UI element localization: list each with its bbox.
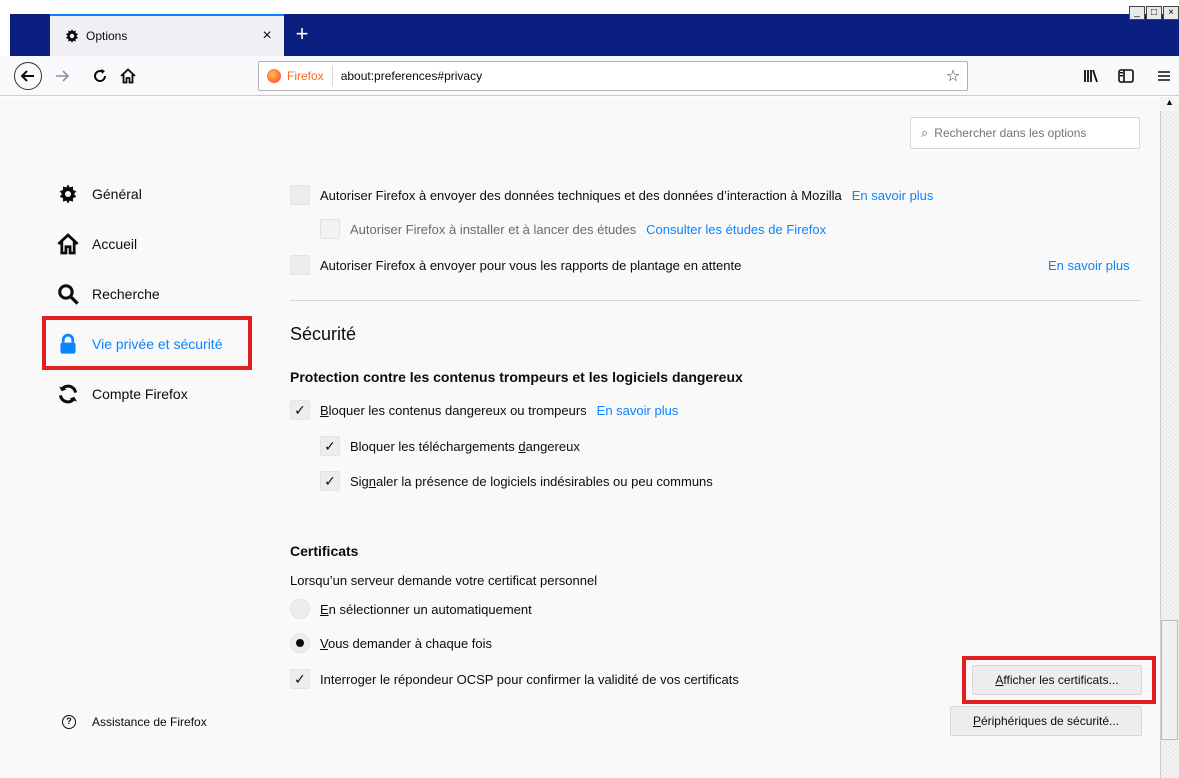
ocsp-row: ✓ Interroger le répondeur OCSP pour conf…	[290, 669, 739, 689]
identity-label: Firefox	[287, 69, 324, 83]
sidebar-item-general[interactable]: Général	[56, 182, 142, 206]
cert-auto-label: En sélectionner un automatiquement	[320, 601, 532, 617]
cert-ask-row: Vous demander à chaque fois	[290, 633, 492, 653]
protection-heading: Protection contre les contenus trompeurs…	[290, 369, 743, 385]
gear-icon	[62, 26, 82, 46]
minimize-button[interactable]: _	[1129, 6, 1145, 20]
home-icon	[56, 232, 80, 256]
sidebar-item-label: Recherche	[92, 286, 160, 302]
studies-checkbox[interactable]	[320, 219, 340, 239]
sidebar-item-label: Compte Firefox	[92, 386, 188, 402]
hamburger-menu-icon	[1158, 71, 1170, 81]
home-icon	[120, 68, 136, 84]
arrow-left-icon	[20, 70, 34, 82]
gear-icon	[56, 182, 80, 206]
warn-unwanted-label: Signaler la présence de logiciels indési…	[350, 473, 713, 489]
highlight-box-privacy	[42, 316, 252, 370]
reload-icon	[94, 69, 107, 82]
telemetry-learn-more-link[interactable]: En savoir plus	[852, 188, 934, 203]
crash-row: Autoriser Firefox à envoyer pour vous le…	[290, 255, 741, 275]
back-button[interactable]	[14, 62, 42, 90]
sidebar-item-search[interactable]: Recherche	[56, 282, 160, 306]
radio-selected-dot	[296, 639, 304, 647]
sidebar-icon	[1118, 69, 1134, 83]
arrow-right-icon	[56, 70, 70, 82]
crash-learn-more-link[interactable]: En savoir plus	[1048, 258, 1130, 273]
url-bar[interactable]: Firefox about:preferences#privacy ☆	[258, 61, 968, 91]
cert-ask-radio[interactable]	[290, 633, 310, 653]
studies-row: Autoriser Firefox à installer et à lance…	[320, 219, 826, 239]
cert-ask-label: Vous demander à chaque fois	[320, 635, 493, 651]
library-icon	[1084, 69, 1098, 83]
telemetry-label: Autoriser Firefox à envoyer des données …	[320, 187, 842, 203]
highlight-box-certificates	[962, 656, 1156, 704]
search-placeholder: Rechercher dans les options	[934, 126, 1087, 140]
telemetry-checkbox[interactable]	[290, 185, 310, 205]
library-button[interactable]	[1077, 62, 1105, 90]
block-learn-more-link[interactable]: En savoir plus	[597, 403, 679, 418]
cert-prompt: Lorsqu’un serveur demande votre certific…	[290, 573, 598, 588]
block-downloads-label: Bloquer les téléchargements dangereux	[350, 438, 580, 454]
security-heading: Sécurité	[290, 324, 357, 344]
tab-title: Options	[86, 29, 128, 43]
reload-button[interactable]	[86, 62, 114, 90]
menu-button[interactable]	[1152, 62, 1176, 90]
close-window-button[interactable]: ×	[1163, 6, 1179, 20]
block-downloads-checkbox[interactable]: ✓	[320, 436, 340, 456]
search-icon	[56, 282, 80, 306]
cert-auto-radio[interactable]	[290, 599, 310, 619]
help-icon: ?	[62, 715, 76, 729]
sync-icon	[56, 382, 80, 406]
search-input[interactable]: ⌕ Rechercher dans les options	[910, 117, 1140, 149]
url-text[interactable]: about:preferences#privacy	[333, 69, 939, 83]
new-tab-button[interactable]: +	[288, 20, 316, 48]
ocsp-checkbox[interactable]: ✓	[290, 669, 310, 689]
telemetry-row: Autoriser Firefox à envoyer des données …	[290, 185, 933, 205]
ocsp-label: Interroger le répondeur OCSP pour confir…	[320, 671, 739, 687]
scroll-up-arrow-icon[interactable]: ▲	[1160, 97, 1179, 111]
identity-box[interactable]: Firefox	[259, 66, 333, 86]
block-dangerous-row: ✓ Bloquer les contenus dangereux ou trom…	[290, 400, 678, 420]
studies-link[interactable]: Consulter les études de Firefox	[646, 222, 826, 237]
forward-button[interactable]	[48, 62, 76, 90]
firefox-logo-icon	[267, 69, 281, 83]
window-controls: _ □ ×	[1128, 6, 1179, 20]
title-bar: Options × + _ □ ×	[0, 0, 1179, 56]
tab-options[interactable]: Options ×	[50, 14, 284, 56]
warn-unwanted-row: ✓ Signaler la présence de logiciels indé…	[320, 471, 713, 491]
tab-close-button[interactable]: ×	[256, 25, 278, 47]
home-button[interactable]	[114, 62, 142, 90]
security-devices-button[interactable]: Périphériques de sécurité...	[950, 706, 1142, 736]
crash-reports-checkbox[interactable]	[290, 255, 310, 275]
sidebar-item-label: Accueil	[92, 236, 138, 252]
section-divider	[290, 300, 1141, 301]
sidebar-item-home[interactable]: Accueil	[56, 232, 137, 256]
block-dangerous-label: Bloquer les contenus dangereux ou trompe…	[320, 402, 587, 418]
block-downloads-row: ✓ Bloquer les téléchargements dangereux	[320, 436, 580, 456]
certificates-heading: Certificats	[290, 543, 359, 559]
search-icon: ⌕	[921, 125, 929, 140]
crash-label: Autoriser Firefox à envoyer pour vous le…	[320, 257, 742, 273]
navigation-toolbar: Firefox about:preferences#privacy ☆	[0, 56, 1179, 96]
cert-auto-row: En sélectionner un automatiquement	[290, 599, 532, 619]
maximize-button[interactable]: □	[1146, 6, 1162, 20]
sidebar-button[interactable]	[1112, 62, 1140, 90]
support-label: Assistance de Firefox	[92, 715, 207, 729]
crash-link-row: En savoir plus	[1048, 255, 1130, 275]
studies-label: Autoriser Firefox à installer et à lance…	[350, 221, 637, 237]
support-link[interactable]: ? Assistance de Firefox	[62, 715, 207, 729]
bookmark-star-icon[interactable]: ☆	[939, 66, 967, 86]
block-dangerous-checkbox[interactable]: ✓	[290, 400, 310, 420]
sidebar-item-label: Général	[92, 186, 142, 202]
sidebar-item-sync[interactable]: Compte Firefox	[56, 382, 188, 406]
warn-unwanted-checkbox[interactable]: ✓	[320, 471, 340, 491]
scrollbar-thumb[interactable]	[1161, 620, 1178, 740]
